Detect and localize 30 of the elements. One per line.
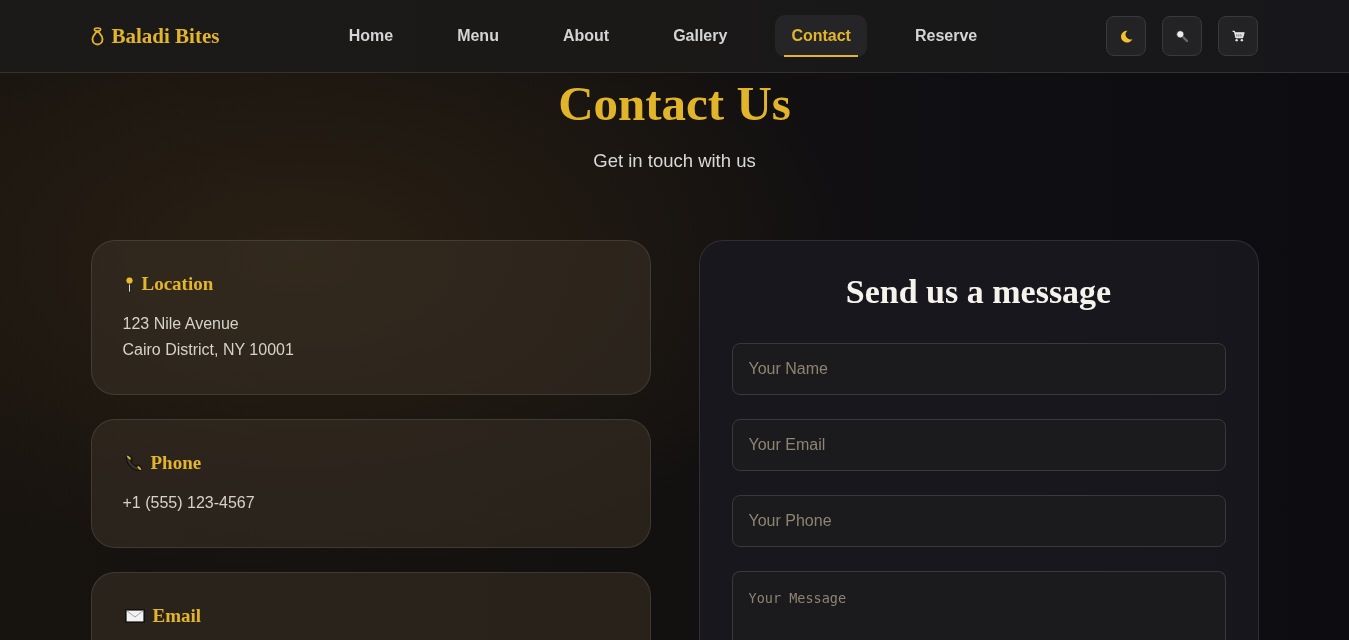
moon-icon	[1120, 29, 1133, 43]
envelope-icon	[124, 609, 145, 623]
card-title: Phone	[150, 451, 202, 475]
brand-name[interactable]: Baladi Bites	[111, 23, 220, 49]
nav-link[interactable]: About	[546, 15, 626, 57]
nav-link[interactable]: Gallery	[657, 15, 744, 57]
page-subtitle: Get in touch with us	[592, 149, 757, 173]
card-text: 123 Nile Avenue	[122, 314, 240, 334]
nav-link[interactable]: Reserve	[898, 15, 994, 57]
nav-link[interactable]: Contact	[775, 15, 867, 57]
message-field[interactable]: Your Message	[731, 571, 1226, 640]
card-text: +1 (555) 123-4567	[122, 493, 256, 513]
search-button[interactable]	[1162, 16, 1203, 56]
cart-button[interactable]	[1218, 16, 1259, 56]
text-field[interactable]: Your Phone	[731, 495, 1226, 547]
nav-link[interactable]: Menu	[441, 15, 515, 57]
pin-icon	[124, 275, 134, 293]
text-field[interactable]: Your Name	[731, 343, 1226, 395]
theme-toggle-button[interactable]	[1106, 16, 1147, 56]
page-title: Contact Us	[557, 75, 792, 133]
phone-icon	[124, 454, 143, 472]
text-field[interactable]: Your Email	[731, 419, 1226, 471]
vase-icon	[90, 26, 104, 46]
card-text: Cairo District, NY 10001	[122, 340, 295, 360]
card-title: Email	[152, 604, 202, 628]
card-title: Location	[141, 272, 214, 296]
form-title: Send us a message	[844, 272, 1113, 312]
nav-link[interactable]: Home	[332, 15, 410, 57]
cart-icon	[1232, 30, 1245, 42]
search-icon	[1176, 30, 1189, 42]
